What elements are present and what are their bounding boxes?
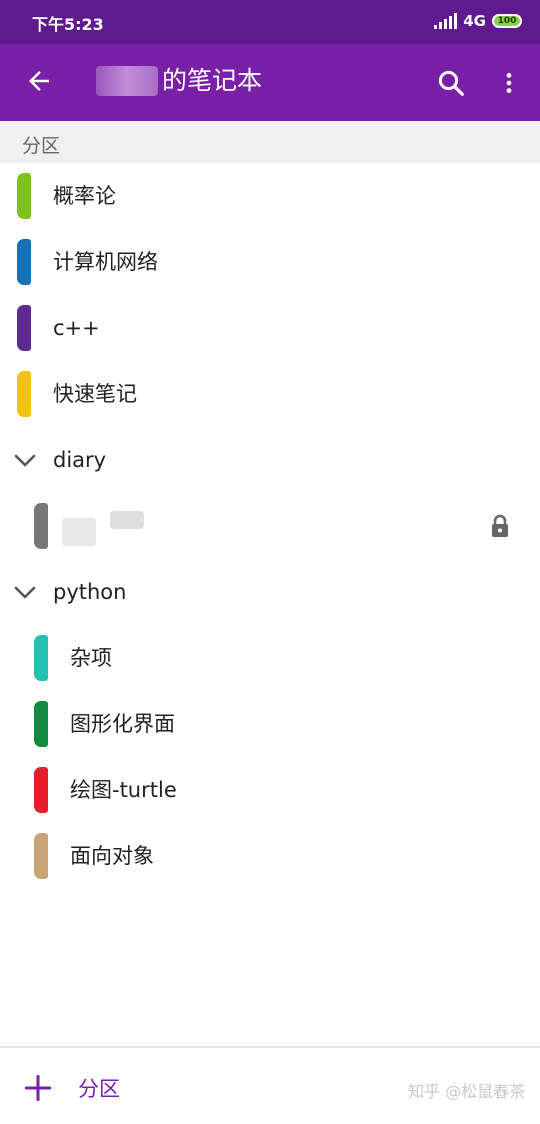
status-bar: 下午5:23 4G 100 [0,0,540,44]
section-group-python[interactable]: python [0,559,540,625]
status-time: 下午5:23 [32,15,104,34]
more-vert-icon[interactable] [496,68,522,98]
bottom-bar: 分区 知乎 @松鼠春茶 [0,1046,540,1124]
battery-level: 100 [497,16,517,26]
section-label: 图形化界面 [70,712,175,736]
blurred-section-name [62,518,96,546]
chevron-down-icon [14,454,36,467]
section-item[interactable]: 面向对象 [0,823,540,889]
section-item[interactable]: 快速笔记 [0,361,540,427]
section-item[interactable]: c++ [0,295,540,361]
section-color-tab [17,305,31,351]
section-color-tab [34,833,48,879]
section-label: 面向对象 [70,844,154,868]
section-color-tab [34,635,48,681]
status-indicators: 4G 100 [434,12,522,30]
add-section-button[interactable]: 分区 [78,1073,120,1103]
section-label: 杂项 [70,646,112,670]
section-color-tab [34,767,48,813]
group-label: python [53,580,127,604]
page-title: 的笔记本 [162,66,263,95]
back-arrow-icon[interactable] [24,66,54,96]
section-item[interactable]: 计算机网络 [0,229,540,295]
section-color-tab [17,239,31,285]
section-item[interactable]: 概率论 [0,163,540,229]
section-group-diary[interactable]: diary [0,427,540,493]
app-bar: 的笔记本 [0,44,540,121]
section-header: 分区 [0,121,540,163]
section-label: 快速笔记 [53,382,137,406]
section-item[interactable]: 杂项 [0,625,540,691]
blurred-section-name [110,511,144,529]
signal-icon [434,13,458,29]
section-color-tab [34,701,48,747]
section-label: 计算机网络 [53,250,158,274]
section-color-tab [34,503,48,549]
section-item[interactable]: 绘图-turtle [0,757,540,823]
section-label: 绘图-turtle [70,778,177,802]
chevron-down-icon [14,586,36,599]
add-icon[interactable] [24,1074,52,1102]
section-item[interactable]: 图形化界面 [0,691,540,757]
lock-icon [492,514,508,537]
section-color-tab [17,371,31,417]
battery-icon: 100 [492,14,522,28]
section-label: 概率论 [53,184,116,208]
watermark: 知乎 @松鼠春茶 [408,1082,526,1101]
blurred-owner-name [96,66,158,96]
network-type: 4G [463,12,486,30]
section-header-label: 分区 [22,135,61,157]
search-icon[interactable] [436,68,466,98]
group-label: diary [53,448,107,472]
section-label: c++ [53,316,100,340]
section-color-tab [17,173,31,219]
